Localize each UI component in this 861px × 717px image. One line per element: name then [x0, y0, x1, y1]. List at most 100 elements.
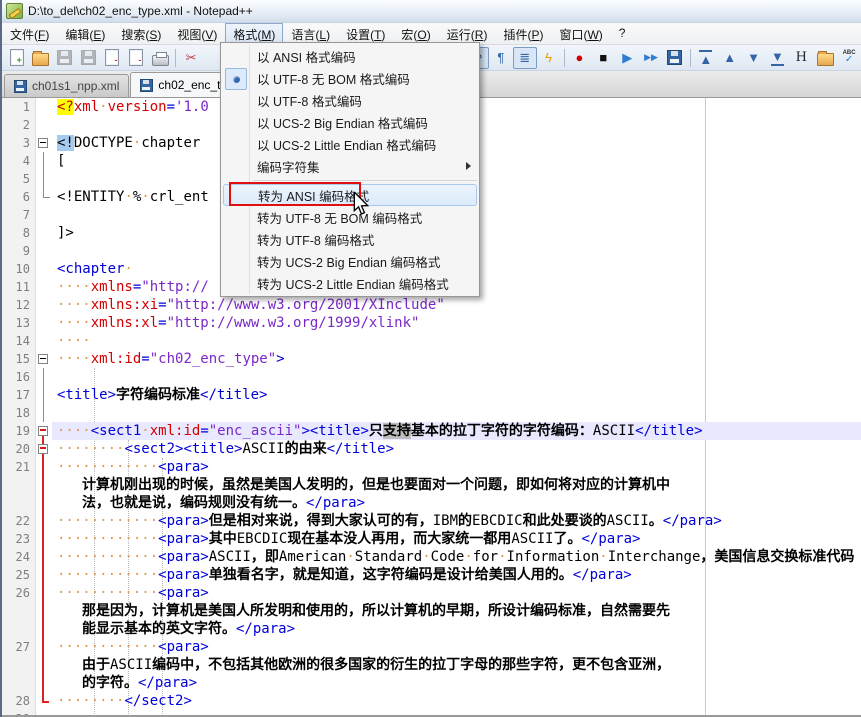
- menubar-item-7[interactable]: 宏(O): [393, 23, 438, 44]
- line-number[interactable]: 16: [2, 368, 36, 386]
- fold-margin[interactable]: [36, 530, 52, 548]
- fold-margin[interactable]: [36, 224, 52, 242]
- fold-margin[interactable]: [36, 674, 52, 692]
- nav-first-icon[interactable]: ▲: [694, 47, 718, 69]
- fold-margin[interactable]: [36, 692, 52, 710]
- line-number[interactable]: 17: [2, 386, 36, 404]
- line-number[interactable]: 14: [2, 332, 36, 350]
- editor-line-24[interactable]: 24 ············<para>ASCII，即American·Stan…: [2, 548, 861, 566]
- format-menu-item-0[interactable]: 以 ANSI 格式编码: [221, 45, 479, 67]
- editor-line-19[interactable]: 19 ····<sect1·xml:id="enc_ascii"><title>只…: [2, 422, 861, 440]
- menubar-item-0[interactable]: 文件(F): [2, 23, 57, 44]
- fold-margin[interactable]: [36, 350, 52, 368]
- close-file-icon[interactable]: -: [101, 47, 125, 69]
- fold-margin[interactable]: [36, 170, 52, 188]
- line-number[interactable]: [2, 656, 36, 674]
- macro-record-icon[interactable]: ●: [568, 47, 592, 69]
- line-number[interactable]: [2, 620, 36, 638]
- editor-line-22[interactable]: 22 ············<para>但是相对来说，得到大家认可的有，IBM的…: [2, 512, 861, 530]
- menubar-item-9[interactable]: 插件(P): [495, 23, 551, 44]
- export-icon[interactable]: [813, 47, 837, 69]
- fold-margin[interactable]: [36, 188, 52, 206]
- line-number[interactable]: 4: [2, 152, 36, 170]
- line-number[interactable]: 2: [2, 116, 36, 134]
- editor-line-27[interactable]: 27 ············<para>: [2, 638, 861, 656]
- line-number[interactable]: 20: [2, 440, 36, 458]
- tab-ch01s1_npp.xml[interactable]: ch01s1_npp.xml: [4, 74, 130, 97]
- print-icon[interactable]: [148, 47, 172, 69]
- macro-save-icon[interactable]: [663, 47, 687, 69]
- editor-line-12[interactable]: 12 ····xmlns:xi="http://www.w3.org/2001/X…: [2, 296, 861, 314]
- fold-margin[interactable]: [36, 566, 52, 584]
- fold-margin[interactable]: [36, 440, 52, 458]
- fold-margin[interactable]: [36, 638, 52, 656]
- line-number[interactable]: 24: [2, 548, 36, 566]
- editor-line-14[interactable]: 14 ····: [2, 332, 861, 350]
- menubar-item-4[interactable]: 格式(M): [225, 23, 284, 44]
- menubar-item-8[interactable]: 运行(R): [439, 23, 496, 44]
- line-number[interactable]: 5: [2, 170, 36, 188]
- fold-margin[interactable]: [36, 116, 52, 134]
- close-all-icon[interactable]: -: [124, 47, 148, 69]
- editor-line-28[interactable]: 28 ········</sect2>: [2, 692, 861, 710]
- menubar-item-6[interactable]: 设置(T): [338, 23, 393, 44]
- macro-play-icon[interactable]: ▶: [615, 47, 639, 69]
- editor-wrapped-line[interactable]: 法，也就是说，编码规则没有统一。</para>: [2, 494, 861, 512]
- fold-margin[interactable]: [36, 620, 52, 638]
- menubar-item-5[interactable]: 语言(L): [283, 23, 338, 44]
- line-number[interactable]: 6: [2, 188, 36, 206]
- fold-margin[interactable]: [36, 584, 52, 602]
- line-number[interactable]: 23: [2, 530, 36, 548]
- editor-line-25[interactable]: 25 ············<para>单独看名字，就是知道，这字符编码是设计给…: [2, 566, 861, 584]
- format-menu-item-5[interactable]: 编码字符集: [221, 155, 479, 177]
- menubar-item-3[interactable]: 视图(V): [169, 23, 225, 44]
- fold-margin[interactable]: [36, 368, 52, 386]
- editor-line-26[interactable]: 26 ············<para>: [2, 584, 861, 602]
- line-number[interactable]: 13: [2, 314, 36, 332]
- line-number[interactable]: [2, 476, 36, 494]
- new-file-icon[interactable]: +: [5, 47, 29, 69]
- menubar-item-1[interactable]: 编辑(E): [57, 23, 113, 44]
- fold-margin[interactable]: [36, 656, 52, 674]
- fold-margin[interactable]: [36, 332, 52, 350]
- line-number[interactable]: 18: [2, 404, 36, 422]
- format-menu-item-1[interactable]: 以 UTF-8 无 BOM 格式编码: [221, 67, 479, 90]
- fold-margin[interactable]: [36, 134, 52, 152]
- nav-next-icon[interactable]: ▼: [742, 47, 766, 69]
- editor-wrapped-line[interactable]: 那是因为，计算机是美国人所发明和使用的，所以计算机的早期，所设计编码标准，自然需…: [2, 602, 861, 620]
- fold-margin[interactable]: [36, 512, 52, 530]
- fold-margin[interactable]: [36, 494, 52, 512]
- editor-wrapped-line[interactable]: 计算机刚出现的时候，虽然是美国人发明的，但是也要面对一个问题，即如何将对应的计算…: [2, 476, 861, 494]
- editor-line-17[interactable]: 17 <title>字符编码标准</title>: [2, 386, 861, 404]
- fold-margin[interactable]: [36, 548, 52, 566]
- editor-wrapped-line[interactable]: 能显示基本的英文字符。</para>: [2, 620, 861, 638]
- format-menu-item-8[interactable]: 转为 UTF-8 无 BOM 编码格式: [221, 206, 479, 228]
- fold-margin[interactable]: [36, 296, 52, 314]
- format-menu-item-9[interactable]: 转为 UTF-8 编码格式: [221, 228, 479, 250]
- fold-margin[interactable]: [36, 314, 52, 332]
- format-menu-item-11[interactable]: 转为 UCS-2 Little Endian 编码格式: [221, 272, 479, 294]
- line-number[interactable]: 11: [2, 278, 36, 296]
- indent-guide-icon[interactable]: ≣: [512, 46, 537, 69]
- line-number[interactable]: 8: [2, 224, 36, 242]
- editor-wrapped-line[interactable]: 由于ASCII编码中，不包括其他欧洲的很多国家的衍生的拉丁字母的那些字符，更不包…: [2, 656, 861, 674]
- nav-last-icon[interactable]: ▼: [766, 47, 790, 69]
- line-number[interactable]: 19: [2, 422, 36, 440]
- cut-icon[interactable]: ✂: [179, 47, 203, 69]
- fold-margin[interactable]: [36, 242, 52, 260]
- fold-margin[interactable]: [36, 206, 52, 224]
- line-number[interactable]: 12: [2, 296, 36, 314]
- line-number[interactable]: 22: [2, 512, 36, 530]
- format-menu-item-3[interactable]: 以 UCS-2 Big Endian 格式编码: [221, 111, 479, 133]
- macro-stop-icon[interactable]: ■: [591, 47, 615, 69]
- editor-line-18[interactable]: 18: [2, 404, 861, 422]
- fold-margin[interactable]: [36, 404, 52, 422]
- fold-margin[interactable]: [36, 476, 52, 494]
- editor-line-16[interactable]: 16: [2, 368, 861, 386]
- line-number[interactable]: 27: [2, 638, 36, 656]
- line-number[interactable]: 7: [2, 206, 36, 224]
- menubar-item-10[interactable]: 窗口(W): [551, 23, 610, 44]
- format-menu-item-10[interactable]: 转为 UCS-2 Big Endian 编码格式: [221, 250, 479, 272]
- editor-wrapped-line[interactable]: 的字符。</para>: [2, 674, 861, 692]
- fold-margin[interactable]: [36, 152, 52, 170]
